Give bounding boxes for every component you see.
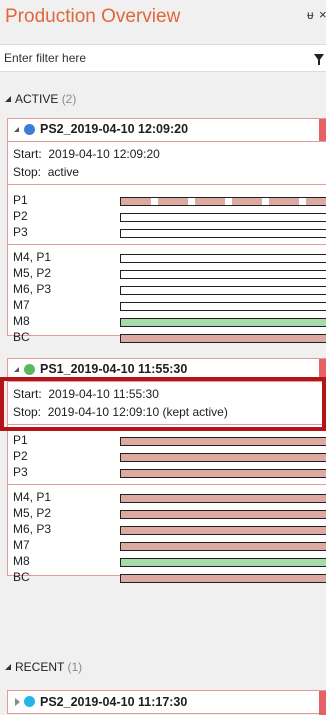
row-label: P3 — [13, 465, 28, 479]
start-line: Start: 2019-04-10 12:09:20 — [13, 147, 160, 161]
row-label: M4, P1 — [13, 490, 52, 504]
funnel-icon[interactable] — [314, 54, 324, 65]
session-name: PS2_2019-04-10 11:17:30 — [40, 695, 188, 709]
progress-bar — [120, 286, 326, 295]
progress-bar — [120, 437, 326, 446]
row-label: M7 — [13, 298, 30, 312]
row-label: M5, P2 — [13, 506, 52, 520]
progress-bar — [120, 510, 326, 519]
close-icon[interactable]: × — [319, 7, 326, 22]
progress-bar — [120, 469, 326, 478]
row-label: BC — [13, 570, 30, 584]
start-value: 2019-04-10 12:09:20 — [48, 147, 160, 161]
progress-bar — [120, 270, 326, 279]
row-label: P1 — [13, 193, 28, 207]
collapse-triangle-icon[interactable] — [14, 127, 19, 132]
start-label: Start: — [13, 147, 42, 161]
active-section-label: ACTIVE — [15, 92, 59, 106]
status-dot-icon — [24, 696, 35, 707]
panel-title: Production Overview — [5, 6, 181, 27]
divider — [8, 184, 326, 185]
divider — [8, 244, 326, 245]
row-label: P2 — [13, 449, 28, 463]
row-label: M6, P3 — [13, 282, 52, 296]
progress-bar — [120, 302, 326, 311]
progress-bar — [120, 229, 326, 238]
collapse-triangle-icon — [5, 664, 11, 670]
row-label: BC — [13, 330, 30, 344]
row-label: M7 — [13, 538, 30, 552]
recent-section-header[interactable]: RECENT (1) — [5, 660, 82, 674]
progress-bar — [120, 334, 326, 343]
stop-label: Stop: — [13, 165, 42, 179]
collapse-triangle-icon[interactable] — [14, 367, 19, 372]
session-card-header[interactable]: PS2_2019-04-10 12:09:20 — [8, 119, 326, 142]
pin-icon[interactable]: ᵾ — [307, 8, 314, 22]
progress-bar — [120, 526, 326, 535]
progress-bar — [120, 574, 326, 583]
divider — [8, 484, 326, 485]
stop-line: Stop: active — [13, 165, 79, 179]
progress-bar — [120, 542, 326, 551]
progress-bar — [120, 494, 326, 503]
status-dot-icon — [24, 124, 35, 135]
filter-input[interactable] — [4, 49, 284, 67]
row-label: M8 — [13, 314, 30, 328]
row-label: M5, P2 — [13, 266, 52, 280]
active-section-count: (2) — [61, 92, 77, 106]
progress-bar — [120, 213, 326, 222]
session-card-collapsed[interactable]: PS2_2019-04-10 11:17:30 — [7, 690, 326, 715]
progress-bar — [120, 197, 326, 206]
status-dot-icon — [24, 364, 35, 375]
session-name: PS1_2019-04-10 11:55:30 — [40, 362, 188, 376]
collapse-triangle-icon — [5, 96, 11, 102]
highlight-box — [0, 377, 326, 431]
progress-bar — [120, 254, 326, 263]
progress-bar — [120, 318, 326, 327]
row-label: P3 — [13, 225, 28, 239]
active-section-header[interactable]: ACTIVE (2) — [5, 92, 76, 106]
status-flag — [319, 119, 326, 141]
progress-bar — [120, 558, 326, 567]
progress-bar — [120, 453, 326, 462]
session-name: PS2_2019-04-10 12:09:20 — [40, 122, 189, 136]
stop-value: active — [47, 165, 80, 179]
filter-bar — [0, 44, 326, 72]
row-label: P1 — [13, 433, 28, 447]
session-card: PS2_2019-04-10 12:09:20 Start: 2019-04-1… — [7, 118, 326, 344]
row-label: M4, P1 — [13, 250, 52, 264]
recent-section-count: (1) — [67, 660, 83, 674]
row-label: M6, P3 — [13, 522, 52, 536]
status-flag — [319, 691, 326, 715]
expand-triangle-icon[interactable] — [15, 698, 20, 706]
row-label: P2 — [13, 209, 28, 223]
row-label: M8 — [13, 554, 30, 568]
recent-section-label: RECENT — [15, 660, 65, 674]
